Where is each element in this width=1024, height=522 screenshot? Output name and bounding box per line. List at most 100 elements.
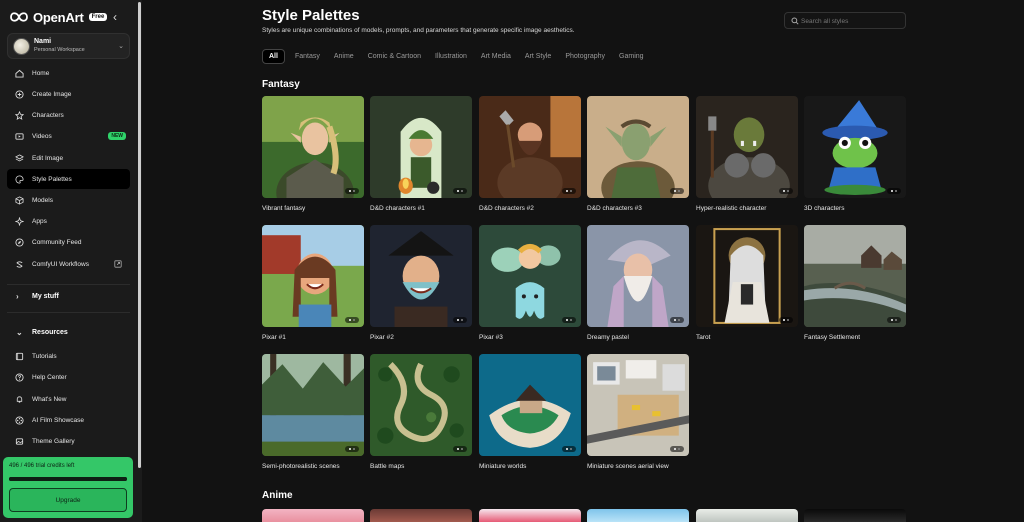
search-icon — [791, 17, 799, 25]
sidebar-item-create-image[interactable]: Create Image — [7, 84, 130, 104]
book-icon — [15, 352, 24, 361]
anime-card-preview[interactable] — [370, 509, 472, 522]
tab-gaming[interactable]: Gaming — [619, 53, 644, 60]
plan-badge: Free — [88, 13, 108, 21]
style-card[interactable] — [370, 96, 472, 198]
workspace-switcher[interactable]: Nami Personal Workspace ⌄ — [7, 33, 130, 59]
style-card[interactable] — [262, 225, 364, 327]
search-box[interactable] — [784, 12, 906, 29]
carousel-dots — [779, 188, 793, 194]
old-wizard-image — [587, 225, 689, 327]
anime-card-preview[interactable] — [479, 509, 581, 522]
sidebar-item-home[interactable]: Home — [7, 63, 130, 83]
tab-anime[interactable]: Anime — [334, 53, 354, 60]
style-card[interactable] — [804, 96, 906, 198]
resource-item-ai-film-showcase[interactable]: AI Film Showcase — [7, 410, 130, 430]
style-card-label[interactable]: Dreamy pastel — [587, 334, 629, 341]
sidebar-item-label: ComfyUI Workflows — [32, 260, 89, 268]
style-card-label[interactable]: Miniature scenes aerial view — [587, 463, 669, 470]
style-card-label[interactable]: Hyper-realistic character — [696, 205, 766, 212]
film-icon — [15, 415, 24, 425]
sidebar-item-apps[interactable]: Apps — [7, 211, 130, 231]
sidebar-item-models[interactable]: Models — [7, 190, 130, 210]
plus-circle-icon — [15, 89, 24, 99]
tab-art-media[interactable]: Art Media — [481, 53, 511, 60]
tab-all[interactable]: All — [262, 48, 285, 64]
sidebar-item-style-palettes[interactable]: Style Palettes — [7, 169, 130, 189]
collapse-sidebar-icon[interactable]: ‹ — [113, 10, 117, 24]
anime-card-preview[interactable] — [587, 509, 689, 522]
style-card-label[interactable]: Vibrant fantasy — [262, 205, 305, 212]
resource-item-tutorials[interactable]: Tutorials — [7, 346, 130, 366]
style-card-label[interactable]: Miniature worlds — [479, 463, 526, 470]
anime-card-preview[interactable] — [804, 509, 906, 522]
sidebar-item-label: Edit Image — [32, 154, 64, 162]
resources-label: Resources — [32, 328, 68, 336]
carousel-dots — [779, 317, 793, 323]
tab-illustration[interactable]: Illustration — [435, 53, 467, 60]
sidebar: OpenArt Free ‹ Nami Personal Workspace ⌄… — [0, 0, 137, 522]
carousel-dots — [670, 188, 684, 194]
resource-item-help-center[interactable]: Help Center — [7, 367, 130, 387]
resource-item-label: Tutorials — [32, 352, 57, 360]
sidebar-item-edit-image[interactable]: Edit Image — [7, 148, 130, 168]
style-card-label[interactable]: Semi-photorealistic scenes — [262, 463, 340, 470]
farm-girl-image — [262, 225, 364, 327]
sidebar-scroll-thumb[interactable] — [138, 2, 141, 468]
tab-comic-cartoon[interactable]: Comic & Cartoon — [368, 53, 421, 60]
anime-card-preview[interactable] — [696, 509, 798, 522]
style-card[interactable] — [262, 354, 364, 456]
tab-fantasy[interactable]: Fantasy — [295, 53, 320, 60]
style-card[interactable] — [587, 96, 689, 198]
sidebar-item-community-feed[interactable]: Community Feed — [7, 232, 130, 252]
sidebar-item-comfyui-workflows[interactable]: ComfyUI Workflows — [7, 254, 130, 274]
style-card[interactable] — [479, 354, 581, 456]
carousel-dots — [670, 446, 684, 452]
style-card[interactable] — [479, 225, 581, 327]
style-card-label[interactable]: Battle maps — [370, 463, 404, 470]
style-card-label[interactable]: Pixar #1 — [262, 334, 286, 341]
style-card-label[interactable]: Fantasy Settlement — [804, 334, 860, 341]
green-elf-image — [587, 96, 689, 198]
style-card-label[interactable]: Pixar #2 — [370, 334, 394, 341]
style-card[interactable] — [479, 96, 581, 198]
island-hut-image — [479, 354, 581, 456]
carousel-dots — [345, 317, 359, 323]
style-card-label[interactable]: 3D characters — [804, 205, 844, 212]
sidebar-item-label: Models — [32, 196, 53, 204]
style-card[interactable] — [262, 96, 364, 198]
resource-item-what-s-new[interactable]: What's New — [7, 389, 130, 409]
anime-card-preview[interactable] — [262, 509, 364, 522]
search-input[interactable] — [801, 15, 901, 27]
resource-item-theme-gallery[interactable]: Theme Gallery — [7, 431, 130, 451]
resources-toggle[interactable]: ⌄ Resources — [7, 322, 130, 342]
carousel-dots — [562, 446, 576, 452]
page-title: Style Palettes — [262, 7, 360, 24]
divider — [7, 284, 130, 285]
category-tabs: All Fantasy Anime Comic & Cartoon Illustrati… — [262, 47, 658, 65]
carousel-dots — [562, 317, 576, 323]
style-card[interactable] — [587, 225, 689, 327]
brand[interactable]: OpenArt Free — [9, 9, 108, 25]
sidebar-item-videos[interactable]: Videos NEW — [7, 126, 130, 146]
style-card[interactable] — [804, 225, 906, 327]
style-card-label[interactable]: Pixar #3 — [479, 334, 503, 341]
tab-photography[interactable]: Photography — [565, 53, 605, 60]
resource-item-label: AI Film Showcase — [32, 416, 85, 424]
upgrade-button[interactable]: Upgrade — [9, 488, 127, 512]
my-stuff-toggle[interactable]: › My stuff — [7, 286, 130, 306]
style-card-label[interactable]: Tarot — [696, 334, 710, 341]
style-card[interactable] — [587, 354, 689, 456]
style-card-label[interactable]: D&D characters #2 — [479, 205, 534, 212]
style-card[interactable] — [370, 225, 472, 327]
style-card[interactable] — [696, 225, 798, 327]
style-card-label[interactable]: D&D characters #3 — [587, 205, 642, 212]
sidebar-item-label: Videos — [32, 132, 52, 140]
style-card[interactable] — [696, 96, 798, 198]
style-card-label[interactable]: D&D characters #1 — [370, 205, 425, 212]
tab-art-style[interactable]: Art Style — [525, 53, 551, 60]
village-river-image — [804, 225, 906, 327]
gnome-archway-image — [370, 96, 472, 198]
style-card[interactable] — [370, 354, 472, 456]
sidebar-item-characters[interactable]: Characters — [7, 105, 130, 125]
